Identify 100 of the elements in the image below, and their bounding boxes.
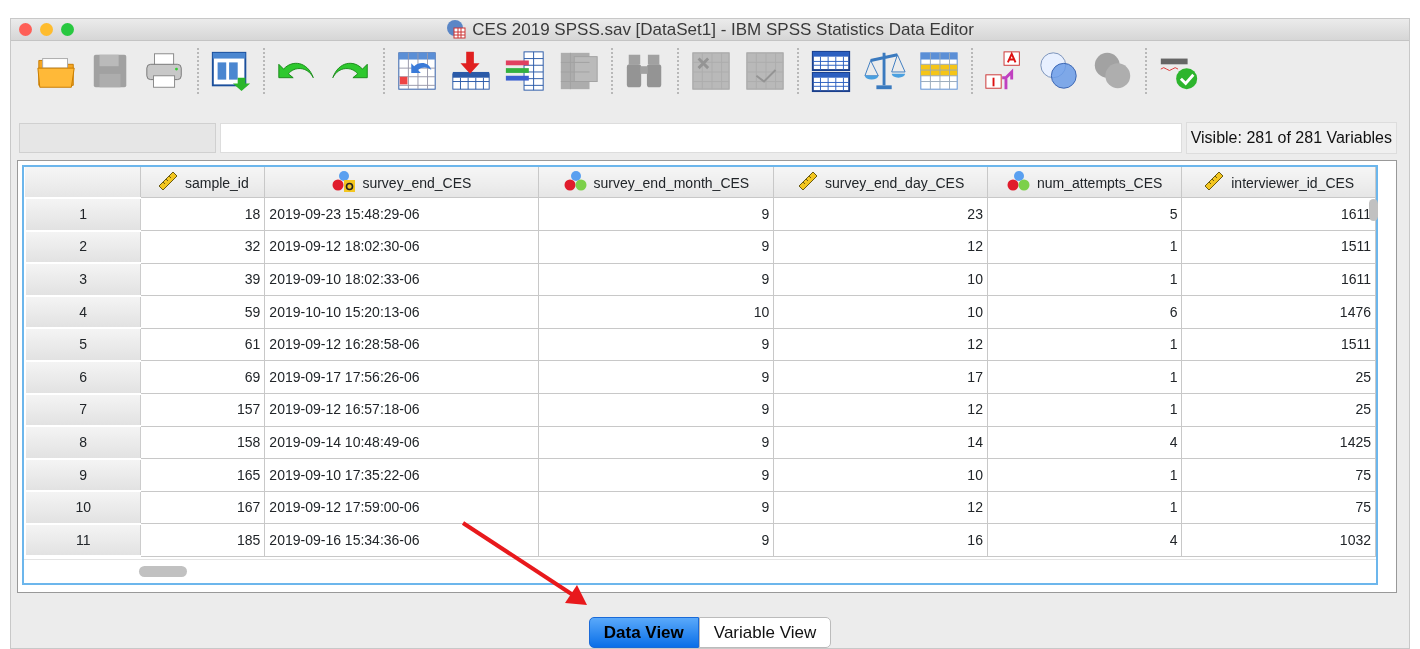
- table-cell: 4: [987, 523, 1182, 557]
- balls-string-icon: [332, 170, 357, 193]
- table-cell: 1: [987, 360, 1182, 394]
- cell-editor-field[interactable]: [220, 122, 1182, 153]
- table-cell: 23: [773, 197, 988, 231]
- table-cell: 4: [987, 426, 1182, 459]
- ruler-icon: [1203, 170, 1226, 193]
- table-cell: 1032: [1181, 523, 1376, 557]
- table-cell: 2019-09-10 17:35:22-06: [264, 458, 539, 492]
- row-number[interactable]: 2: [25, 230, 141, 264]
- table-cell: 17: [773, 360, 988, 394]
- table-cell: 9: [538, 523, 774, 557]
- table-cell: 1: [987, 230, 1182, 264]
- table-cell: 1611: [1181, 263, 1376, 296]
- table-cell: 1: [987, 491, 1182, 524]
- table-cell: 1511: [1181, 230, 1376, 264]
- table-cell: 9: [538, 360, 774, 394]
- table-cell: 9: [538, 393, 774, 427]
- row-number[interactable]: 9: [25, 458, 141, 492]
- table-cell: 16: [773, 523, 988, 557]
- table-cell: 1: [987, 393, 1182, 427]
- table-cell: 1511: [1181, 328, 1376, 361]
- table-cell: 2019-09-12 18:02:30-06: [264, 230, 539, 264]
- table-cell: 2019-09-17 17:56:26-06: [264, 360, 539, 394]
- table-cell: 75: [1181, 458, 1376, 492]
- view-tab[interactable]: Variable View: [698, 616, 832, 648]
- row-number[interactable]: 10: [25, 491, 141, 524]
- table-cell: 1476: [1181, 295, 1376, 329]
- table-cell: 25: [1181, 360, 1376, 394]
- table-cell: 6: [987, 295, 1182, 329]
- table-cell: 2019-09-12 16:57:18-06: [264, 393, 539, 427]
- table-cell: 1: [987, 458, 1182, 492]
- table-cell: 10: [773, 263, 988, 296]
- table-cell: 5: [987, 197, 1182, 231]
- table-cell: 167: [140, 491, 265, 524]
- table-cell: 157: [140, 393, 265, 427]
- table-cell: 18: [140, 197, 265, 231]
- row-number[interactable]: 7: [25, 393, 141, 427]
- row-number[interactable]: 4: [25, 295, 141, 329]
- table-cell: 59: [140, 295, 265, 329]
- table-cell: 1: [987, 328, 1182, 361]
- table-cell: 69: [140, 360, 265, 394]
- table-cell: 10: [538, 295, 774, 329]
- three-balls-icon: [563, 170, 588, 193]
- ruler-icon: [156, 170, 179, 193]
- table-bars-icon[interactable]: [503, 49, 547, 94]
- table-cell: 158: [140, 426, 265, 459]
- spreadsheet-icon: [446, 19, 467, 40]
- table-cell: 10: [773, 295, 988, 329]
- table-cell: 2019-09-16 15:34:36-06: [264, 523, 539, 557]
- table-cell: 2019-09-12 17:59:00-06: [264, 491, 539, 524]
- table-cell: 9: [538, 426, 774, 459]
- column-header[interactable]: num_attempts_CES: [987, 166, 1182, 198]
- table-cell: 9: [538, 458, 774, 492]
- row-number[interactable]: 1: [25, 197, 141, 231]
- window-title: CES 2019 SPSS.sav [DataSet1] - IBM SPSS Statistics Data Editor: [472, 18, 974, 41]
- table-cell: 32: [140, 230, 265, 264]
- window-arrow-icon[interactable]: [209, 49, 253, 94]
- column-header[interactable]: survey_end_CES: [264, 166, 539, 198]
- table-cell: 75: [1181, 491, 1376, 524]
- stacked-tables-icon[interactable]: [809, 49, 853, 94]
- table-cell: 1: [987, 263, 1182, 296]
- vertical-scrollbar-thumb[interactable]: [1369, 198, 1378, 221]
- table-cell: 25: [1181, 393, 1376, 427]
- zoom-button[interactable]: [61, 22, 74, 36]
- three-balls-icon: [1007, 170, 1032, 193]
- column-header[interactable]: survey_end_month_CES: [538, 166, 774, 198]
- table-cell: 2019-09-23 15:48:29-06: [264, 197, 539, 231]
- table-cell: 12: [773, 328, 988, 361]
- table-cell: 185: [140, 523, 265, 557]
- table-cell: 165: [140, 458, 265, 492]
- table-cell: 2019-09-10 18:02:33-06: [264, 263, 539, 296]
- view-tab[interactable]: Data View: [588, 616, 699, 648]
- visible-variables-count: Visible: 281 of 281 Variables: [1185, 121, 1397, 154]
- table-cell: 12: [773, 230, 988, 264]
- table-cell: 9: [538, 197, 774, 231]
- table-cell: 1425: [1181, 426, 1376, 459]
- column-header[interactable]: sample_id: [140, 166, 265, 198]
- table-cell: 2019-10-10 15:20:13-06: [264, 295, 539, 329]
- close-button[interactable]: [19, 22, 32, 36]
- row-number[interactable]: 3: [25, 263, 141, 296]
- row-number[interactable]: 11: [25, 523, 141, 557]
- table-cell: 39: [140, 263, 265, 296]
- horizontal-scrollbar-thumb[interactable]: [139, 565, 187, 577]
- table-cell: 14: [773, 426, 988, 459]
- row-number[interactable]: 6: [25, 360, 141, 394]
- column-header[interactable]: interviewer_id_CES: [1181, 166, 1376, 198]
- table-cell: 12: [773, 393, 988, 427]
- table-cell: 10: [773, 458, 988, 492]
- column-header[interactable]: survey_end_day_CES: [773, 166, 988, 198]
- table-cell: 61: [140, 328, 265, 361]
- table-cell: 9: [538, 491, 774, 524]
- table-cell: 12: [773, 491, 988, 524]
- ruler-icon: [796, 170, 819, 193]
- table-cell: 9: [538, 230, 774, 264]
- table-cell: 2019-09-14 10:48:49-06: [264, 426, 539, 459]
- table-cell: 9: [538, 328, 774, 361]
- table-cell: 9: [538, 263, 774, 296]
- row-number[interactable]: 8: [25, 426, 141, 459]
- row-number[interactable]: 5: [25, 328, 141, 361]
